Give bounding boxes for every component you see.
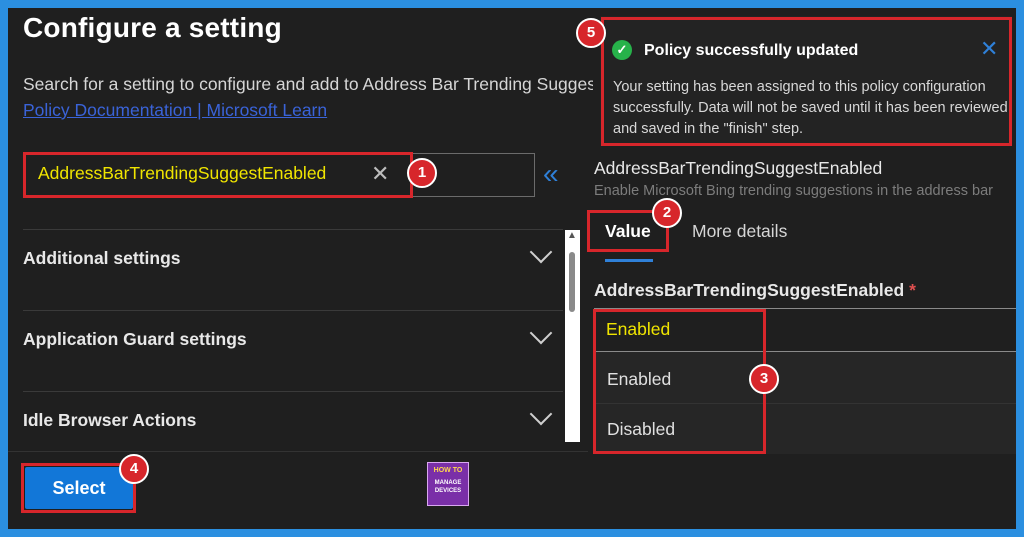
logo: HOW TO MANAGE DEVICES xyxy=(427,462,469,506)
logo-text-line: MANAGE xyxy=(434,480,462,486)
footer-divider xyxy=(8,451,588,452)
collapse-panel-icon[interactable]: « xyxy=(543,158,558,190)
tab-more-details[interactable]: More details xyxy=(692,221,787,242)
annotation-box-5 xyxy=(601,17,1012,146)
scrollbar-thumb[interactable] xyxy=(569,252,575,312)
logo-text: MANAGE DEVICES xyxy=(428,479,468,495)
accordion-application-guard-settings[interactable]: Application Guard settings xyxy=(23,311,563,391)
annotation-badge-3: 3 xyxy=(749,364,779,394)
accordion-label: Additional settings xyxy=(23,248,181,268)
annotation-badge-5: 5 xyxy=(576,18,606,48)
field-label: AddressBarTrendingSuggestEnabled * xyxy=(594,280,916,301)
accordion-additional-settings[interactable]: Additional settings xyxy=(23,230,563,310)
screenshot-frame: Configure a setting Search for a setting… xyxy=(8,8,1016,529)
annotation-badge-4: 4 xyxy=(119,454,149,484)
accordion-idle-browser-actions[interactable]: Idle Browser Actions xyxy=(23,392,563,452)
accordion-label: Idle Browser Actions xyxy=(23,410,197,430)
page-description: Search for a setting to configure and ad… xyxy=(23,74,593,94)
logo-text-line: DEVICES xyxy=(434,488,462,494)
annotation-badge-1: 1 xyxy=(407,158,437,188)
required-marker: * xyxy=(909,280,916,300)
chevron-down-icon xyxy=(529,240,553,264)
field-label-text: AddressBarTrendingSuggestEnabled xyxy=(594,280,905,300)
annotation-badge-2: 2 xyxy=(652,198,682,228)
scroll-up-icon[interactable]: ▲ xyxy=(567,230,577,241)
setting-description: Enable Microsoft Bing trending suggestio… xyxy=(594,183,993,199)
tab-active-indicator xyxy=(605,259,653,262)
annotation-box-3 xyxy=(593,309,766,454)
policy-documentation-link[interactable]: Policy Documentation | Microsoft Learn xyxy=(23,100,327,121)
clear-icon[interactable]: ✕ xyxy=(371,161,389,187)
accordion-label: Application Guard settings xyxy=(23,329,247,349)
chevron-down-icon xyxy=(529,402,553,426)
setting-name: AddressBarTrendingSuggestEnabled xyxy=(594,158,883,178)
search-input-value: AddressBarTrendingSuggestEnabled xyxy=(38,163,327,183)
logo-text: HOW TO xyxy=(433,467,463,474)
chevron-down-icon xyxy=(529,321,553,345)
page-title: Configure a setting xyxy=(23,12,282,43)
